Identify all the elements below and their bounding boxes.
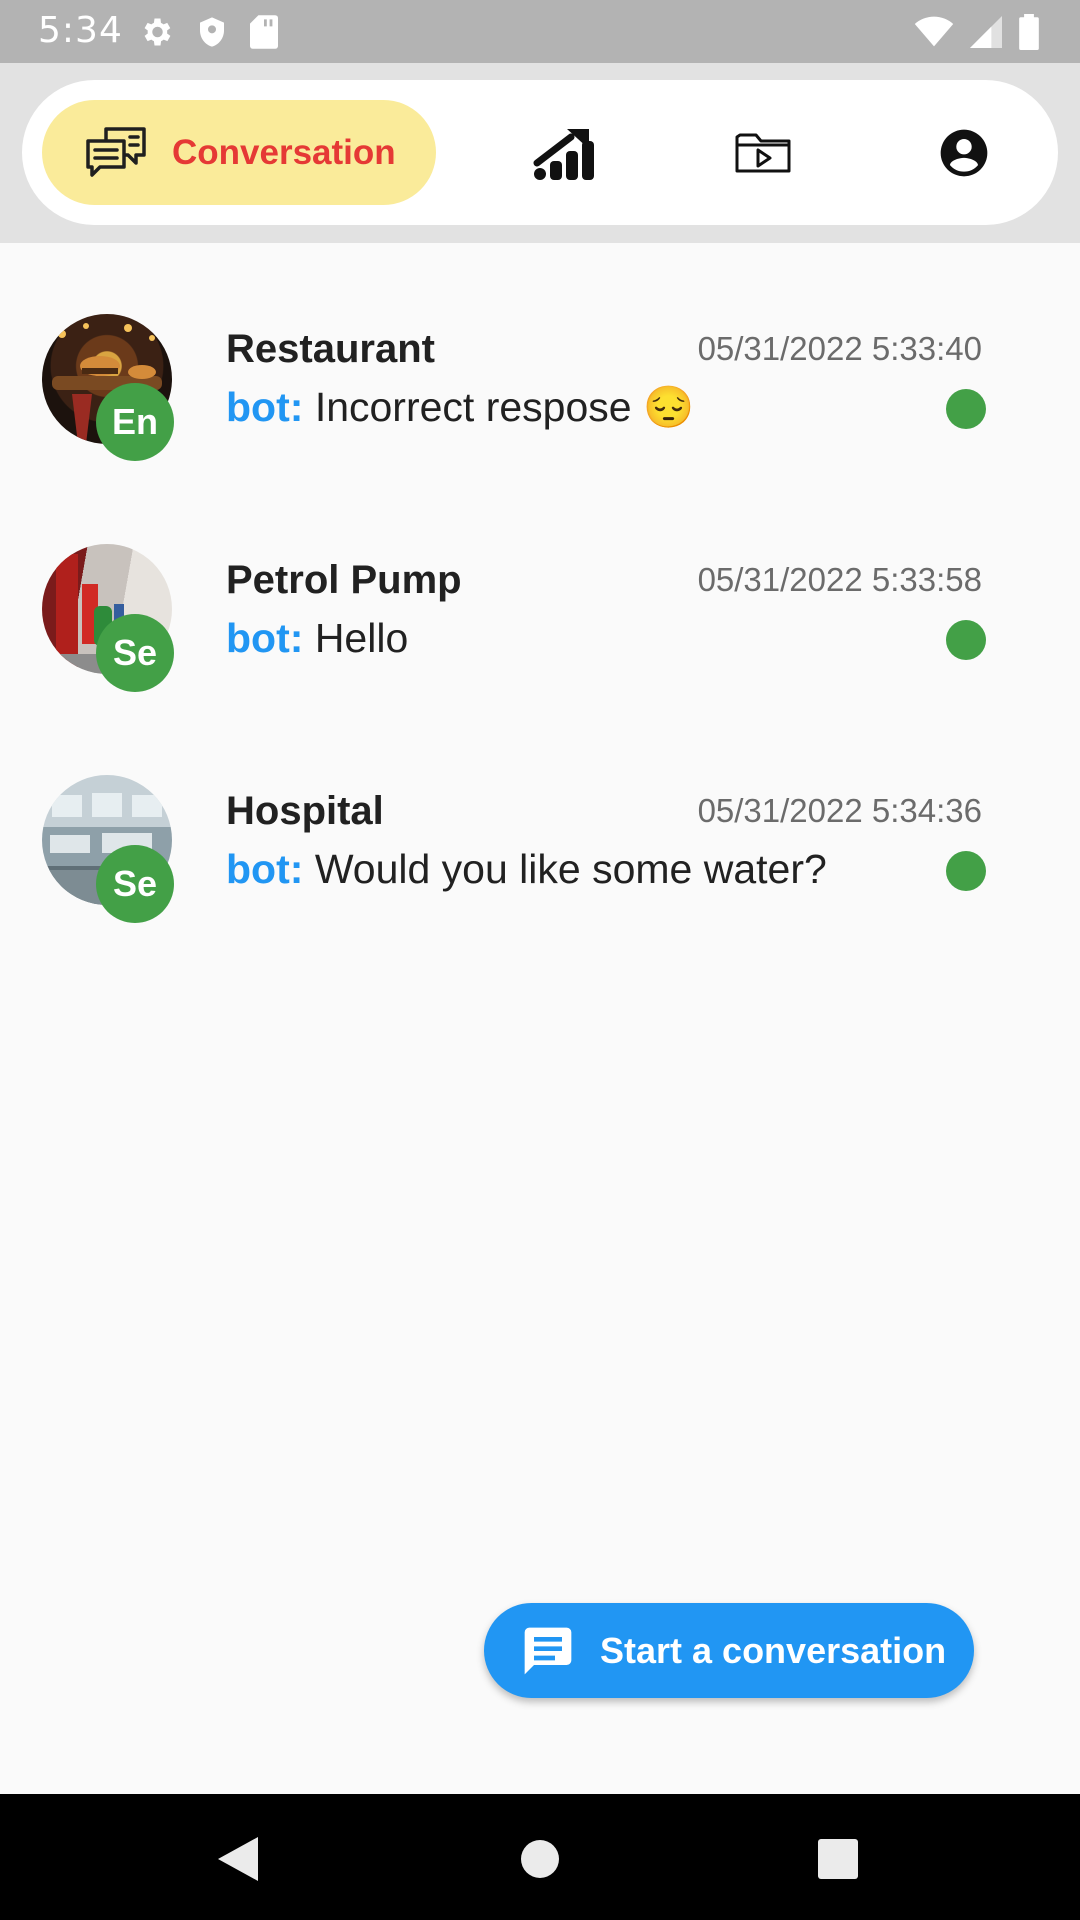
home-button[interactable]: [505, 1824, 575, 1894]
wifi-icon: [914, 16, 954, 47]
message-text: Hello: [314, 615, 409, 661]
shield-icon: [200, 17, 224, 47]
message-icon: [524, 1627, 572, 1674]
account-icon: [940, 129, 988, 177]
status-time: 5:34: [38, 10, 123, 51]
signal-icon: [970, 16, 1002, 48]
status-icons-right: [914, 14, 1040, 50]
message-text: Would you like some water?: [314, 846, 827, 892]
message-sender: bot:: [226, 615, 304, 661]
conversation-title: Hospital: [226, 789, 384, 833]
start-conversation-label: Start a conversation: [600, 1629, 947, 1671]
home-icon: [521, 1840, 559, 1878]
online-status-dot: [946, 851, 986, 891]
analytics-icon: [533, 129, 594, 180]
recents-button[interactable]: [803, 1824, 873, 1894]
back-button[interactable]: [203, 1824, 273, 1894]
conversation-timestamp: 05/31/2022 5:34:36: [697, 792, 982, 829]
conversation-preview: bot: Would you like some water?: [226, 846, 827, 893]
conversation-row[interactable]: Se Hospital 05/31/2022 5:34:36 bot: Woul…: [0, 749, 1080, 979]
online-status-dot: [946, 389, 986, 429]
system-nav-bar: [0, 1794, 1080, 1920]
conversation-timestamp: 05/31/2022 5:33:40: [697, 330, 982, 367]
conversation-row[interactable]: En Restaurant 05/31/2022 5:33:40 bot: In…: [0, 287, 1080, 517]
start-conversation-button[interactable]: Start a conversation: [484, 1603, 974, 1698]
conversation-timestamp: 05/31/2022 5:33:58: [697, 561, 982, 598]
conversation-title: Petrol Pump: [226, 558, 462, 602]
online-status-dot: [946, 620, 986, 660]
tab-conversation[interactable]: Conversation: [42, 100, 436, 205]
message-text: Incorrect respose 😔: [314, 384, 695, 430]
tab-analytics[interactable]: [529, 118, 599, 188]
language-badge: Se: [96, 614, 174, 692]
status-bar: 5:34: [0, 0, 1080, 63]
battery-icon: [1019, 14, 1039, 50]
message-sender: bot:: [226, 384, 304, 430]
gear-icon: [144, 18, 171, 46]
message-sender: bot:: [226, 846, 304, 892]
tab-media[interactable]: [728, 118, 798, 188]
conversation-preview: bot: Hello: [226, 615, 408, 662]
language-badge: En: [96, 383, 174, 461]
sd-card-icon: [250, 15, 278, 49]
back-icon: [218, 1837, 258, 1881]
video-folder-icon: [735, 133, 791, 173]
recents-icon: [818, 1839, 858, 1879]
conversation-title: Restaurant: [226, 327, 435, 371]
chat-bubbles-icon: [86, 126, 146, 177]
conversation-row[interactable]: Se Petrol Pump 05/31/2022 5:33:58 bot: H…: [0, 518, 1080, 748]
language-badge: Se: [96, 845, 174, 923]
tab-conversation-label: Conversation: [172, 132, 396, 172]
conversation-preview: bot: Incorrect respose 😔: [226, 384, 694, 432]
status-icons-left: [138, 14, 278, 50]
tab-account[interactable]: [929, 118, 999, 188]
